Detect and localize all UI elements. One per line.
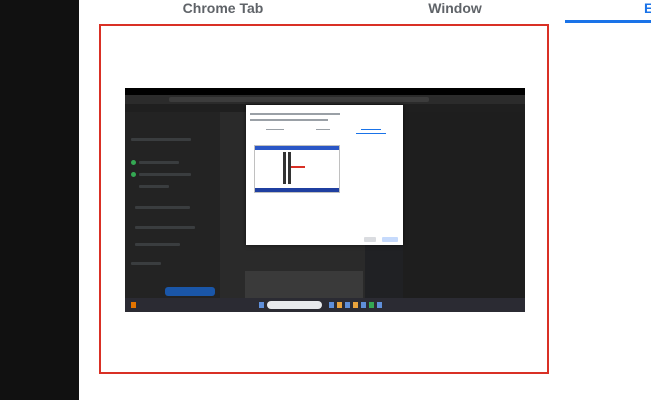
thumb-taskbar-search (267, 301, 322, 309)
thumb-share-button (382, 237, 398, 242)
thumb-cancel-button (364, 237, 376, 242)
thumb-taskbar-icon (361, 302, 366, 308)
thumb-nested-column (288, 152, 291, 184)
left-dark-panel (0, 0, 79, 400)
thumb-taskbar-icon (259, 302, 264, 308)
thumb-taskbar-weather-icon (131, 302, 136, 308)
thumb-dialog-tab (361, 129, 381, 130)
thumb-taskbar-icon (377, 302, 382, 308)
thumb-sidebar-line (131, 262, 161, 265)
thumb-dialog-subtitle (250, 119, 328, 121)
thumb-nested-bar (255, 146, 339, 150)
thumb-share-dialog (246, 105, 403, 245)
thumb-dialog-tab-indicator (356, 133, 386, 134)
thumb-dialog-tab (266, 129, 284, 130)
tab-chrome-tab[interactable]: Chrome Tab (180, 0, 266, 22)
thumb-status-dot (131, 160, 136, 165)
thumb-sidebar-line (135, 206, 190, 209)
thumb-nested-column (283, 152, 286, 184)
thumb-right-panel (403, 112, 525, 298)
thumb-url-box (169, 97, 429, 102)
screen-preview-thumbnail (125, 88, 525, 312)
active-tab-indicator (565, 20, 651, 23)
thumb-nested-preview (254, 145, 340, 193)
thumb-sidebar-line (135, 243, 180, 246)
thumb-blue-button (165, 287, 215, 296)
thumb-dialog-tab (316, 129, 330, 130)
thumb-sidebar-line (139, 161, 179, 164)
thumb-sidebar-line (131, 138, 191, 141)
thumb-nested-bottom (255, 188, 339, 192)
thumb-sidebar-line (135, 226, 195, 229)
thumb-taskbar-icon (353, 302, 358, 308)
thumb-taskbar-icon (345, 302, 350, 308)
thumb-dialog-title (250, 113, 340, 115)
thumb-taskbar (125, 298, 525, 312)
thumb-sidebar-line (139, 185, 169, 188)
thumb-taskbar-icon (369, 302, 374, 308)
thumb-video-tile (245, 271, 363, 298)
thumb-status-dot (131, 172, 136, 177)
tab-window[interactable]: Window (424, 0, 486, 22)
tab-entire-screen[interactable]: E (644, 0, 651, 22)
thumb-taskbar-icon (337, 302, 342, 308)
thumb-titlebar (125, 88, 525, 95)
thumb-taskbar-icon (329, 302, 334, 308)
thumb-sidebar-line (139, 173, 191, 176)
thumb-nested-mark (291, 166, 305, 168)
